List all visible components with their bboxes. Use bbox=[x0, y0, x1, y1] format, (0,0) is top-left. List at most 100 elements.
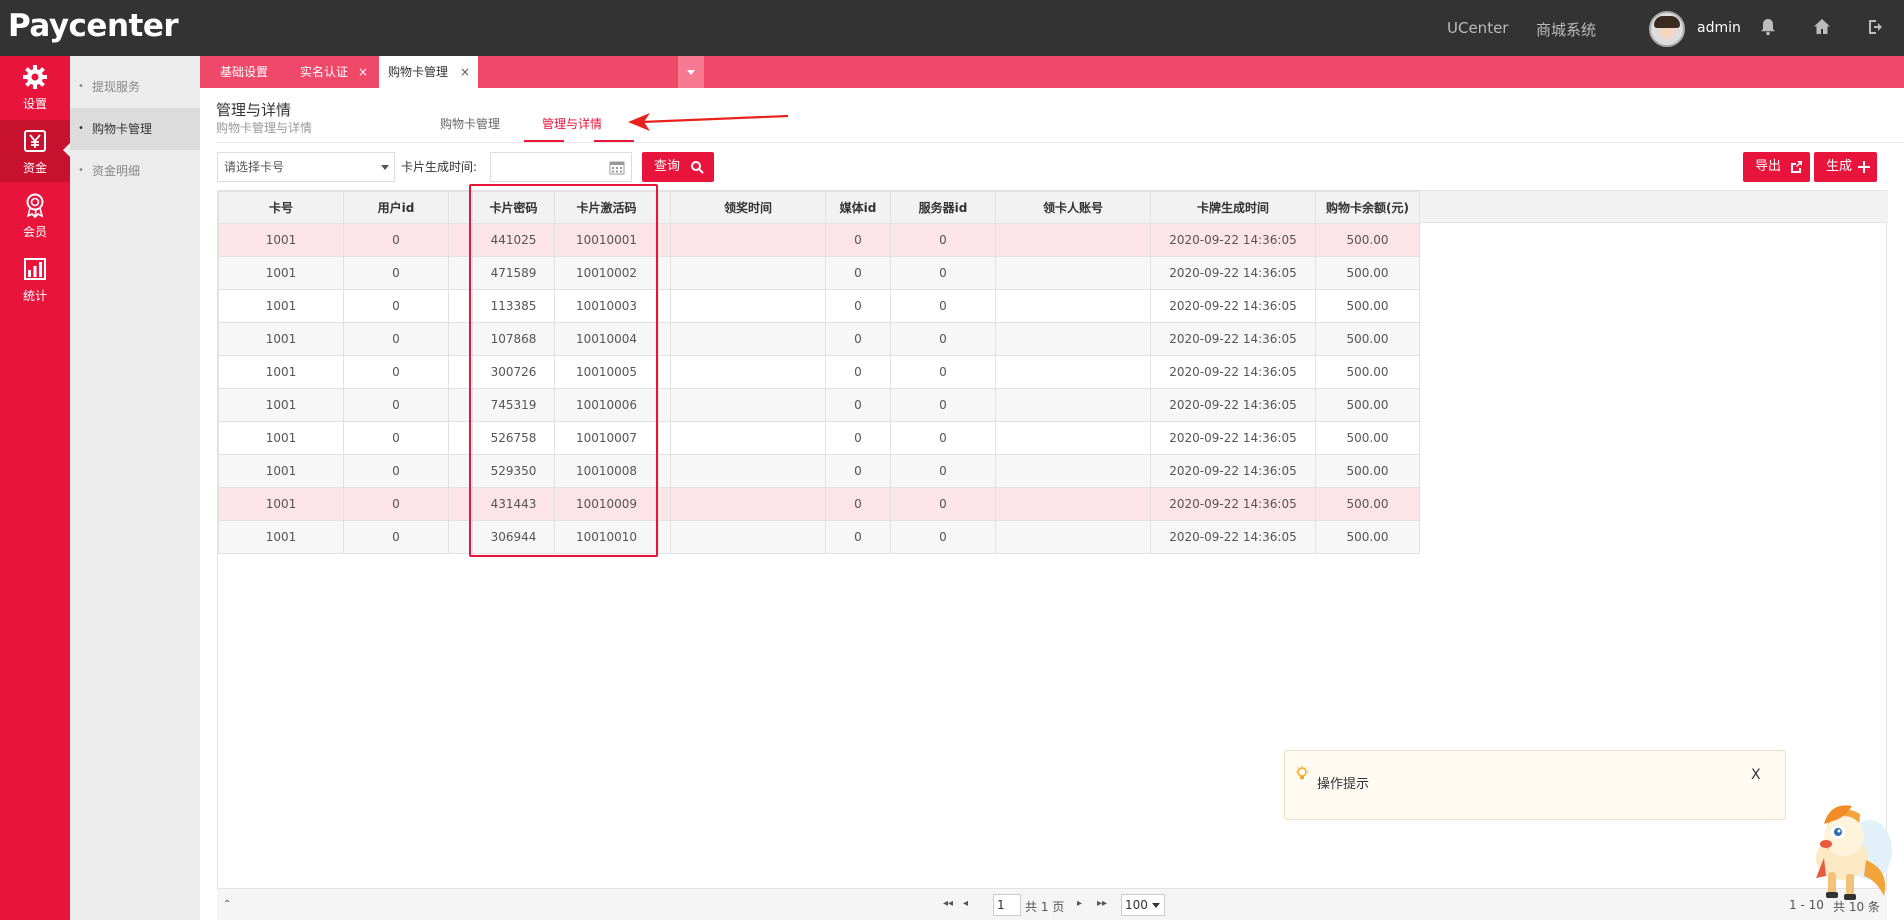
table-row[interactable]: 1001 0 526758 10010007 0 0 2020-09-22 14:36:05… bbox=[218, 421, 1420, 455]
table-row[interactable]: 1001 0 107868 10010004 0 0 2020-09-22 14:36:05… bbox=[218, 322, 1420, 356]
table-cell: 1001 bbox=[218, 223, 344, 257]
card-number-select-value: 请选择卡号 bbox=[224, 160, 285, 174]
tab-real-name-auth[interactable]: 实名认证 × bbox=[280, 56, 376, 88]
table-cell: 1001 bbox=[218, 355, 344, 389]
date-input[interactable] bbox=[490, 152, 632, 182]
sidebar-item-members[interactable]: 会员 bbox=[0, 184, 70, 246]
tip-text: 操作提示 bbox=[1317, 777, 1370, 792]
export-button[interactable]: 导出 bbox=[1743, 152, 1810, 182]
table-cell bbox=[670, 520, 826, 554]
chevron-down-icon bbox=[1152, 903, 1160, 908]
table-cell: 500.00 bbox=[1315, 454, 1420, 488]
close-icon[interactable]: × bbox=[460, 56, 470, 88]
table-cell bbox=[658, 355, 671, 389]
table-row[interactable]: 1001 0 471589 10010002 0 0 2020-09-22 14:36:05… bbox=[218, 256, 1420, 290]
logout-icon[interactable] bbox=[1866, 17, 1886, 37]
sub-menu: 提现服务 购物卡管理 资金明细 bbox=[70, 56, 200, 920]
table-cell bbox=[658, 520, 671, 554]
submenu-item-fund-details[interactable]: 资金明细 bbox=[70, 150, 200, 192]
tab-shopping-card[interactable]: 购物卡管理 × bbox=[378, 56, 478, 88]
top-link-ucenter[interactable]: UCenter bbox=[1447, 19, 1508, 37]
bell-icon[interactable] bbox=[1758, 17, 1778, 37]
tabs-bar: 基础设置 实名认证 × 购物卡管理 × bbox=[200, 56, 1904, 88]
chevron-down-icon bbox=[381, 165, 389, 170]
annotation-arrow bbox=[628, 113, 789, 131]
sidebar-item-label: 资金 bbox=[22, 161, 47, 175]
table-row[interactable]: 1001 0 529350 10010008 0 0 2020-09-22 14:36:05… bbox=[218, 454, 1420, 488]
table-cell: 0 bbox=[343, 454, 449, 488]
table-cell bbox=[995, 421, 1151, 455]
prev-page-button[interactable]: ◂ bbox=[963, 898, 968, 909]
username[interactable]: admin bbox=[1697, 20, 1741, 36]
table-cell: 0 bbox=[825, 322, 891, 356]
table-row[interactable]: 1001 0 306944 10010010 0 0 2020-09-22 14:36:05… bbox=[218, 520, 1420, 554]
first-page-button[interactable]: ◂◂ bbox=[943, 898, 953, 909]
operation-tip-box: 操作提示 X bbox=[1284, 750, 1786, 820]
table-cell: 500.00 bbox=[1315, 322, 1420, 356]
table-row[interactable]: 1001 0 431443 10010009 0 0 2020-09-22 14:36:05… bbox=[218, 487, 1420, 521]
page-size-select[interactable]: 100 bbox=[1121, 894, 1165, 916]
close-icon[interactable]: × bbox=[358, 56, 368, 88]
query-button-label: 查询 bbox=[654, 159, 681, 174]
table-cell: 0 bbox=[343, 355, 449, 389]
last-page-button[interactable]: ▸▸ bbox=[1097, 898, 1107, 909]
sidebar-item-settings[interactable]: 设置 bbox=[0, 56, 70, 118]
top-link-mall-system[interactable]: 商城系统 bbox=[1536, 19, 1596, 40]
card-number-select[interactable]: 请选择卡号 bbox=[217, 152, 395, 182]
column-header[interactable]: 服务器id bbox=[890, 191, 996, 224]
avatar[interactable] bbox=[1649, 11, 1685, 47]
submenu-item-withdraw[interactable]: 提现服务 bbox=[70, 66, 200, 108]
subtab-management-details[interactable]: 管理与详情 bbox=[542, 115, 602, 132]
table-cell: 0 bbox=[825, 520, 891, 554]
table-cell bbox=[995, 487, 1151, 521]
table-cell: 0 bbox=[825, 289, 891, 323]
data-grid: 卡号 用户id 卡片密码 卡片激活码 领奖时间 媒体id 服务器id 领卡人账号 卡牌生成时间购… bbox=[218, 191, 1420, 554]
next-page-button[interactable]: ▸ bbox=[1077, 898, 1082, 909]
table-cell: 2020-09-22 14:36:05 bbox=[1150, 388, 1316, 422]
submenu-item-shopping-card[interactable]: 购物卡管理 bbox=[70, 108, 200, 150]
table-cell: 500.00 bbox=[1315, 421, 1420, 455]
tab-more-button[interactable] bbox=[678, 56, 704, 88]
table-cell: 0 bbox=[890, 289, 996, 323]
calendar-icon[interactable] bbox=[609, 160, 625, 175]
table-cell: 2020-09-22 14:36:05 bbox=[1150, 355, 1316, 389]
tip-close-button[interactable]: X bbox=[1751, 767, 1761, 783]
table-cell bbox=[658, 421, 671, 455]
tab-label: 基础设置 bbox=[220, 65, 269, 79]
table-cell bbox=[658, 322, 671, 356]
chevron-down-icon bbox=[687, 70, 695, 75]
table-cell bbox=[658, 388, 671, 422]
table-row[interactable]: 1001 0 300726 10010005 0 0 2020-09-22 14:36:05… bbox=[218, 355, 1420, 389]
table-header-filler bbox=[1418, 191, 1888, 223]
home-icon[interactable] bbox=[1812, 17, 1832, 37]
column-header[interactable]: 卡牌生成时间 bbox=[1150, 191, 1316, 224]
query-button[interactable]: 查询 bbox=[642, 152, 714, 182]
column-header[interactable]: 领卡人账号 bbox=[995, 191, 1151, 224]
table-row[interactable]: 1001 0 113385 10010003 0 0 2020-09-22 14:36:05… bbox=[218, 289, 1420, 323]
sidebar-item-funds[interactable]: 资金 bbox=[0, 120, 70, 182]
table-cell: 0 bbox=[890, 421, 996, 455]
table-cell: 2020-09-22 14:36:05 bbox=[1150, 520, 1316, 554]
table-cell: 2020-09-22 14:36:05 bbox=[1150, 256, 1316, 290]
column-header[interactable]: 卡号 bbox=[218, 191, 344, 224]
table-cell: 1001 bbox=[218, 487, 344, 521]
table-header-row: 卡号 用户id 卡片密码 卡片激活码 领奖时间 媒体id 服务器id 领卡人账号 卡牌生成时间购… bbox=[218, 191, 1420, 224]
column-header[interactable]: 媒体id bbox=[825, 191, 891, 224]
page-subtitle: 购物卡管理与详情 bbox=[216, 121, 313, 135]
generate-button[interactable]: 生成 bbox=[1814, 152, 1877, 182]
column-header[interactable] bbox=[658, 191, 671, 224]
subtab-card-management[interactable]: 购物卡管理 bbox=[440, 115, 500, 132]
column-header[interactable]: 购物卡余额(元) bbox=[1315, 191, 1420, 224]
table-row[interactable]: 1001 0 745319 10010006 0 0 2020-09-22 14:36:05… bbox=[218, 388, 1420, 422]
column-header[interactable]: 用户id bbox=[343, 191, 449, 224]
yen-icon bbox=[24, 130, 46, 152]
table-row[interactable]: 1001 0 441025 10010001 0 0 2020-09-22 14:36:05… bbox=[218, 223, 1420, 257]
pager: ⌃ ◂◂ ◂ 1 共 1 页 ▸ ▸▸ 100 1 - 10 共 10 条 bbox=[217, 888, 1887, 920]
sidebar-item-statistics[interactable]: 统计 bbox=[0, 248, 70, 310]
scroll-top-icon[interactable]: ⌃ bbox=[223, 899, 231, 910]
table-cell: 500.00 bbox=[1315, 256, 1420, 290]
table-cell bbox=[995, 355, 1151, 389]
tab-basic-settings[interactable]: 基础设置 bbox=[200, 56, 280, 88]
page-number-input[interactable]: 1 bbox=[993, 894, 1021, 916]
column-header[interactable]: 领奖时间 bbox=[670, 191, 826, 224]
